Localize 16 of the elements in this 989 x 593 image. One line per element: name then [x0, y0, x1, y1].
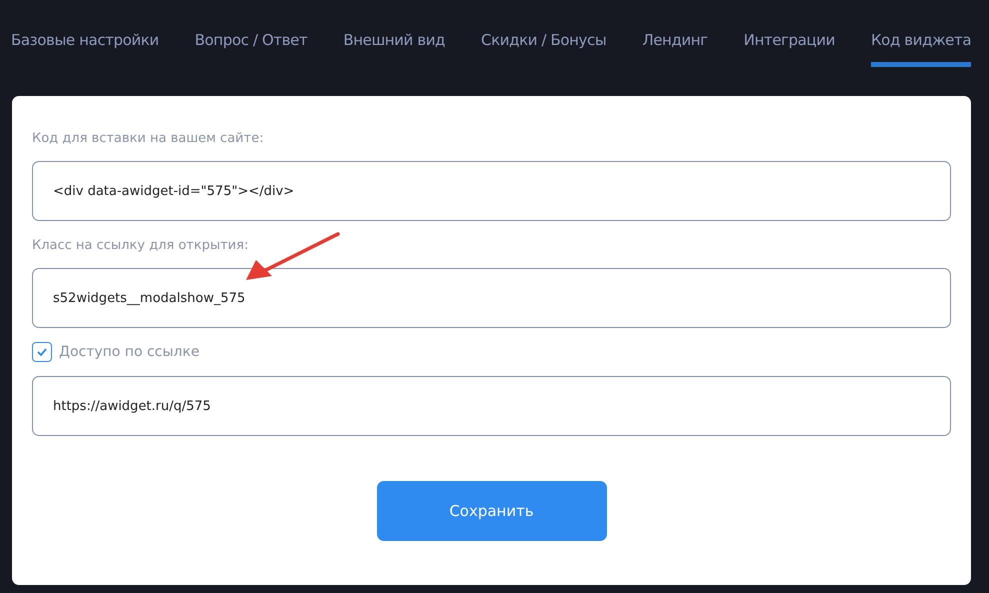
input-field[interactable]: <div data-awidget-id="575"></div>: [32, 161, 951, 221]
checkbox[interactable]: [32, 342, 52, 362]
input-field[interactable]: https://awidget.ru/q/575: [32, 376, 951, 436]
check-icon: [37, 348, 47, 356]
save-button[interactable]: Сохранить: [376, 481, 606, 541]
checkbox-label: Доступо по ссылке: [59, 344, 200, 360]
tab[interactable]: Код виджета: [870, 31, 972, 67]
tab[interactable]: Интеграции: [744, 31, 835, 67]
tab[interactable]: Скидки / Бонусы: [481, 31, 606, 67]
field-label: Код для вставки на вашем сайте:: [32, 131, 265, 148]
tab[interactable]: Вопрос / Ответ: [194, 31, 308, 67]
field-label: Класс на ссылку для открытия:: [32, 238, 250, 255]
tab[interactable]: Базовые настройки: [11, 31, 159, 67]
tab[interactable]: Внешний вид: [343, 31, 446, 67]
tab[interactable]: Лендинг: [642, 31, 708, 67]
input-field[interactable]: s52widgets__modalshow_575: [32, 268, 951, 328]
